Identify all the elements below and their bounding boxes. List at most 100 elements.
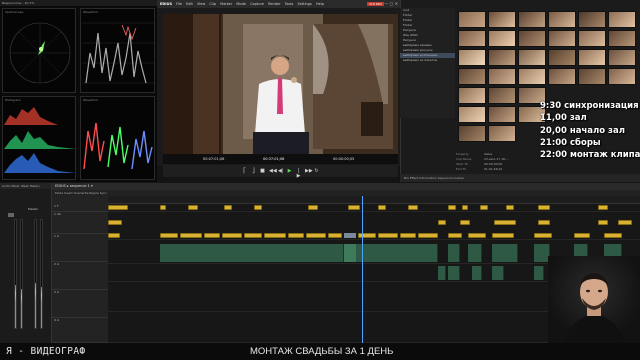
track-header[interactable]: 1 VA bbox=[52, 212, 108, 234]
audio-clip[interactable] bbox=[468, 244, 482, 262]
menu-render[interactable]: Render bbox=[268, 2, 280, 6]
track-header[interactable]: 1 T bbox=[52, 204, 108, 212]
bin-tabs[interactable]: Bin Effect Information Sequence marker bbox=[400, 174, 640, 182]
clip-thumbnail[interactable] bbox=[608, 30, 636, 47]
prev-frame-icon[interactable]: ◀| bbox=[278, 168, 284, 174]
clip-thumbnail[interactable] bbox=[458, 11, 486, 28]
title-clip[interactable] bbox=[618, 220, 632, 225]
video-clip[interactable] bbox=[400, 233, 416, 238]
clip-thumbnail[interactable] bbox=[608, 11, 636, 28]
clip-thumbnail[interactable] bbox=[548, 11, 576, 28]
audio-clip[interactable] bbox=[438, 266, 446, 280]
audio-clip[interactable] bbox=[534, 266, 544, 280]
menu-marker[interactable]: Marker bbox=[220, 2, 232, 6]
fast-forward-icon[interactable]: ▶▶ bbox=[305, 168, 313, 174]
clip-thumbnail[interactable] bbox=[488, 87, 516, 104]
video-clip[interactable] bbox=[448, 233, 462, 238]
clip-thumbnail[interactable] bbox=[458, 125, 486, 142]
menu-file[interactable]: File bbox=[176, 2, 182, 6]
title-clip[interactable] bbox=[538, 220, 550, 225]
video-clip[interactable] bbox=[288, 233, 304, 238]
preview-video[interactable] bbox=[163, 14, 398, 154]
title-clip[interactable] bbox=[308, 205, 318, 210]
clip-thumbnail[interactable] bbox=[488, 106, 516, 123]
set-out-icon[interactable]: ⎦ bbox=[251, 168, 256, 174]
clip-thumbnail[interactable] bbox=[578, 68, 606, 85]
audio-clip[interactable] bbox=[344, 244, 356, 262]
title-clip[interactable] bbox=[598, 205, 608, 210]
video-clip[interactable] bbox=[604, 233, 622, 238]
menu-tools[interactable]: Tools bbox=[285, 2, 294, 6]
video-clip[interactable] bbox=[204, 233, 220, 238]
clip-thumbnail[interactable] bbox=[578, 49, 606, 66]
clip-thumbnail[interactable] bbox=[458, 49, 486, 66]
menu-capture[interactable]: Capture bbox=[250, 2, 264, 6]
title-clip[interactable] bbox=[378, 205, 386, 210]
clip-thumbnail[interactable] bbox=[518, 30, 546, 47]
audio-clip[interactable] bbox=[448, 266, 460, 280]
audio-clip[interactable] bbox=[472, 266, 482, 280]
clip-thumbnail[interactable] bbox=[458, 68, 486, 85]
video-clip[interactable] bbox=[328, 233, 342, 238]
title-clip[interactable] bbox=[506, 205, 514, 210]
next-frame-icon[interactable]: |▶ bbox=[296, 168, 301, 178]
timeline-menubar[interactable]: EDIUS ▸ sequence 1 ▾ bbox=[52, 183, 640, 190]
video-clip[interactable] bbox=[418, 233, 438, 238]
window-controls[interactable]: — ▢ ✕ bbox=[384, 0, 398, 8]
title-clip[interactable] bbox=[460, 220, 470, 225]
menu-view[interactable]: View bbox=[197, 2, 205, 6]
video-clip[interactable] bbox=[264, 233, 286, 238]
title-clip[interactable] bbox=[254, 205, 262, 210]
plr-rec-badge[interactable]: PLR REC bbox=[367, 2, 384, 6]
video-clip[interactable] bbox=[468, 233, 486, 238]
title-clip[interactable] bbox=[188, 205, 198, 210]
audio-clip[interactable] bbox=[492, 266, 504, 280]
title-clip[interactable] bbox=[494, 220, 516, 225]
clip-thumbnail[interactable] bbox=[578, 11, 606, 28]
title-clip[interactable] bbox=[480, 205, 488, 210]
clip-thumbnail[interactable] bbox=[488, 49, 516, 66]
title-clip[interactable] bbox=[438, 220, 446, 225]
menu-mode[interactable]: Mode bbox=[236, 2, 246, 6]
video-clip[interactable] bbox=[534, 233, 552, 238]
folder-item[interactable]: выбираем из пакетов bbox=[400, 58, 455, 63]
title-clip[interactable] bbox=[598, 220, 608, 225]
clip-thumbnail[interactable] bbox=[458, 106, 486, 123]
title-clip[interactable] bbox=[462, 205, 468, 210]
title-clip[interactable] bbox=[348, 205, 360, 210]
stop-icon[interactable]: ■ bbox=[260, 168, 265, 174]
video-clip[interactable] bbox=[358, 233, 376, 238]
track-header[interactable]: 3 A bbox=[52, 290, 108, 318]
track-header[interactable]: 2 A bbox=[52, 262, 108, 290]
audio-clip[interactable] bbox=[356, 244, 438, 262]
loop-icon[interactable]: ↻ bbox=[314, 168, 319, 174]
video-clip[interactable] bbox=[378, 233, 398, 238]
video-clip[interactable] bbox=[306, 233, 326, 238]
track-header[interactable]: 1 A bbox=[52, 234, 108, 262]
play-icon[interactable]: ▶ bbox=[287, 168, 292, 174]
fader-handle[interactable] bbox=[8, 213, 14, 217]
menu-clip[interactable]: Clip bbox=[209, 2, 216, 6]
title-clip[interactable] bbox=[408, 205, 418, 210]
clip-thumbnail[interactable] bbox=[518, 68, 546, 85]
menu-settings[interactable]: Settings bbox=[297, 2, 311, 6]
selected-clip[interactable] bbox=[344, 233, 356, 238]
title-clip[interactable] bbox=[108, 220, 122, 225]
clip-thumbnail[interactable] bbox=[518, 49, 546, 66]
clip-thumbnail[interactable] bbox=[518, 11, 546, 28]
menu-edit[interactable]: Edit bbox=[186, 2, 193, 6]
video-clip[interactable] bbox=[574, 233, 590, 238]
clip-thumbnail[interactable] bbox=[608, 68, 636, 85]
track-header[interactable]: 4 A bbox=[52, 318, 108, 343]
clip-thumbnail[interactable] bbox=[458, 87, 486, 104]
video-clip[interactable] bbox=[244, 233, 262, 238]
clip-thumbnail[interactable] bbox=[548, 30, 576, 47]
set-in-icon[interactable]: ⎡ bbox=[242, 168, 247, 174]
clip-thumbnail[interactable] bbox=[578, 30, 606, 47]
clip-thumbnail[interactable] bbox=[488, 11, 516, 28]
clip-thumbnail[interactable] bbox=[548, 49, 576, 66]
rewind-icon[interactable]: ◀◀ bbox=[269, 168, 277, 174]
clip-thumbnail[interactable] bbox=[488, 125, 516, 142]
menu-help[interactable]: Help bbox=[316, 2, 324, 6]
title-clip[interactable] bbox=[448, 205, 456, 210]
